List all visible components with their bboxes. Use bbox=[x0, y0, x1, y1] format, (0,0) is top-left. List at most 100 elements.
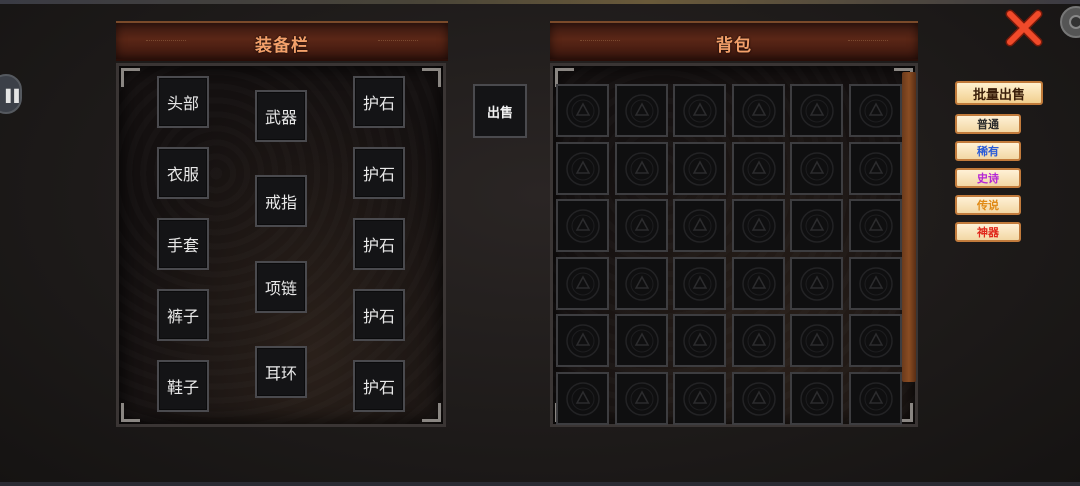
empty-slot-icon bbox=[624, 94, 659, 128]
empty-slot-icon bbox=[741, 266, 776, 301]
empty-slot-icon bbox=[858, 266, 893, 301]
frame-corner bbox=[422, 403, 441, 422]
slot-head[interactable]: 头部 bbox=[157, 76, 209, 128]
bag-slot[interactable] bbox=[556, 371, 609, 425]
bag-slot[interactable] bbox=[673, 84, 726, 137]
bag-slot[interactable] bbox=[556, 314, 609, 367]
slot-amulet-5[interactable]: 护石 bbox=[353, 360, 405, 412]
slot-pants[interactable]: 裤子 bbox=[157, 289, 209, 341]
empty-slot-icon bbox=[741, 94, 776, 128]
bag-slot[interactable] bbox=[614, 141, 668, 195]
bag-slot[interactable] bbox=[790, 199, 843, 252]
slot-gloves[interactable]: 手套 bbox=[157, 218, 209, 270]
header-ornament-right bbox=[378, 40, 418, 44]
frame-corner bbox=[121, 403, 140, 422]
empty-slot-icon bbox=[800, 209, 834, 243]
bag-slot[interactable] bbox=[673, 371, 726, 425]
bag-slot[interactable] bbox=[556, 256, 609, 310]
bag-slot[interactable] bbox=[790, 371, 843, 425]
empty-slot-icon bbox=[566, 266, 600, 301]
empty-slot-icon bbox=[741, 381, 776, 416]
bag-slot[interactable] bbox=[848, 141, 902, 195]
empty-slot-icon bbox=[800, 151, 834, 186]
bag-slot[interactable] bbox=[731, 314, 785, 367]
bag-scrollbar[interactable] bbox=[902, 72, 916, 382]
bag-slot[interactable] bbox=[673, 141, 726, 195]
filter-common-button[interactable]: 普通 bbox=[955, 114, 1021, 134]
slot-weapon[interactable]: 武器 bbox=[255, 90, 307, 142]
close-icon bbox=[1005, 9, 1043, 47]
empty-slot-icon bbox=[741, 151, 776, 186]
bag-slot[interactable] bbox=[673, 256, 726, 310]
empty-slot-icon bbox=[624, 209, 659, 243]
equipment-panel-header: 装备栏 bbox=[116, 21, 448, 61]
bag-slot[interactable] bbox=[556, 199, 609, 252]
close-button[interactable] bbox=[1004, 8, 1044, 48]
bag-slot[interactable] bbox=[848, 256, 902, 310]
bag-slot[interactable] bbox=[790, 84, 843, 137]
empty-slot-icon bbox=[858, 324, 893, 358]
empty-slot-icon bbox=[858, 94, 893, 128]
side-menu-handle[interactable]: ▌▌ bbox=[0, 74, 23, 114]
empty-slot-icon bbox=[683, 209, 717, 243]
ring-icon bbox=[1069, 15, 1080, 29]
bag-slot[interactable] bbox=[790, 141, 843, 195]
empty-slot-icon bbox=[858, 151, 893, 186]
bag-slot[interactable] bbox=[790, 314, 843, 367]
frame-corner bbox=[121, 68, 140, 87]
bag-panel-header: 背包 bbox=[550, 21, 918, 61]
bag-slot[interactable] bbox=[731, 199, 785, 252]
bag-slot[interactable] bbox=[848, 199, 902, 252]
bag-slot[interactable] bbox=[614, 84, 668, 137]
bag-slot[interactable] bbox=[731, 84, 785, 137]
filter-legendary-button[interactable]: 传说 bbox=[955, 195, 1021, 215]
empty-slot-icon bbox=[800, 324, 834, 358]
bag-slot[interactable] bbox=[673, 314, 726, 367]
bag-slot[interactable] bbox=[673, 199, 726, 252]
bag-slot[interactable] bbox=[614, 371, 668, 425]
bag-slot[interactable] bbox=[614, 314, 668, 367]
slot-clothes[interactable]: 衣服 bbox=[157, 147, 209, 199]
bag-slot[interactable] bbox=[614, 256, 668, 310]
empty-slot-icon bbox=[624, 381, 659, 416]
filter-rare-button[interactable]: 稀有 bbox=[955, 141, 1021, 161]
bag-slot[interactable] bbox=[556, 84, 609, 137]
bag-slot[interactable] bbox=[731, 256, 785, 310]
slot-amulet-4[interactable]: 护石 bbox=[353, 289, 405, 341]
frame-corner bbox=[422, 68, 441, 87]
filter-artifact-button[interactable]: 神器 bbox=[955, 222, 1021, 242]
empty-slot-icon bbox=[683, 324, 717, 358]
empty-slot-icon bbox=[566, 381, 600, 416]
sell-button[interactable]: 出售 bbox=[473, 84, 527, 138]
bag-slot[interactable] bbox=[848, 84, 902, 137]
slot-amulet-1[interactable]: 护石 bbox=[353, 76, 405, 128]
bag-slot[interactable] bbox=[731, 371, 785, 425]
slot-necklace[interactable]: 项链 bbox=[255, 261, 307, 313]
settings-round-button[interactable] bbox=[1060, 6, 1080, 38]
bag-slot[interactable] bbox=[614, 199, 668, 252]
bag-slot[interactable] bbox=[848, 314, 902, 367]
empty-slot-icon bbox=[741, 209, 776, 243]
slot-amulet-2[interactable]: 护石 bbox=[353, 147, 405, 199]
bulk-sell-button[interactable]: 批量出售 bbox=[955, 81, 1043, 105]
empty-slot-icon bbox=[683, 151, 717, 186]
empty-slot-icon bbox=[624, 324, 659, 358]
bag-slot[interactable] bbox=[556, 141, 609, 195]
bag-slot[interactable] bbox=[848, 371, 902, 425]
bag-slot[interactable] bbox=[790, 256, 843, 310]
empty-slot-icon bbox=[624, 266, 659, 301]
empty-slot-icon bbox=[800, 94, 834, 128]
slot-shoes[interactable]: 鞋子 bbox=[157, 360, 209, 412]
filter-epic-button[interactable]: 史诗 bbox=[955, 168, 1021, 188]
empty-slot-icon bbox=[683, 381, 717, 416]
bag-slot[interactable] bbox=[731, 141, 785, 195]
empty-slot-icon bbox=[566, 324, 600, 358]
empty-slot-icon bbox=[683, 94, 717, 128]
slot-ring[interactable]: 戒指 bbox=[255, 175, 307, 227]
header-ornament-right bbox=[848, 40, 888, 44]
top-border bbox=[0, 0, 1080, 4]
slot-amulet-3[interactable]: 护石 bbox=[353, 218, 405, 270]
empty-slot-icon bbox=[566, 94, 600, 128]
empty-slot-icon bbox=[566, 209, 600, 243]
slot-earring[interactable]: 耳环 bbox=[255, 346, 307, 398]
